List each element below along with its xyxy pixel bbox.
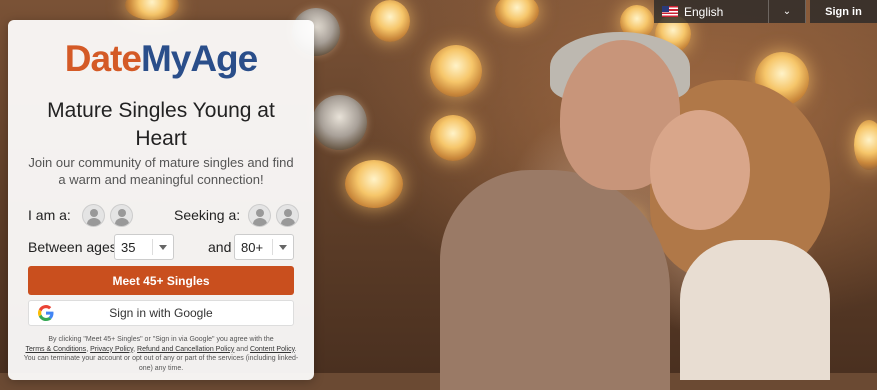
language-selector[interactable]: English [654, 0, 769, 23]
min-age-select[interactable]: 35 [114, 234, 174, 260]
google-g-icon [38, 305, 54, 321]
top-bar: English ⌄ Sign in [654, 0, 877, 23]
and-label: and [208, 239, 232, 255]
max-age-select[interactable]: 80+ [234, 234, 294, 260]
chevron-down-icon: ⌄ [782, 6, 792, 17]
terms-link[interactable]: Terms & Conditions [25, 346, 86, 353]
subheadline: Join our community of mature singles and… [28, 155, 294, 187]
gender-row: I am a: Seeking a: [28, 204, 304, 228]
seeking-label: Seeking a: [174, 207, 241, 223]
signin-button[interactable]: Sign in [810, 0, 877, 23]
couple-photo [420, 32, 860, 390]
female-avatar-icon[interactable] [110, 204, 133, 227]
us-flag-icon [662, 6, 678, 17]
language-label: English [684, 4, 724, 19]
google-signin-button[interactable]: Sign in with Google [28, 300, 294, 326]
privacy-link[interactable]: Privacy Policy [90, 346, 133, 353]
age-row: Between ages: 35 and 80+ [28, 234, 304, 260]
refund-link[interactable]: Refund and Cancellation Policy [137, 346, 234, 353]
between-ages-label: Between ages: [28, 239, 121, 255]
male-avatar-icon[interactable] [82, 204, 105, 227]
male-avatar-icon[interactable] [248, 204, 271, 227]
signup-card: DateMyAge Mature Singles Young at Heart … [8, 20, 314, 380]
logo[interactable]: DateMyAge [8, 38, 314, 80]
legal-text: By clicking "Meet 45+ Singles" or "Sign … [23, 336, 299, 372]
i-am-label: I am a: [28, 207, 71, 223]
language-dropdown-button[interactable]: ⌄ [769, 0, 806, 23]
meet-singles-button[interactable]: Meet 45+ Singles [28, 266, 294, 295]
chevron-down-icon [279, 245, 287, 250]
google-signin-label: Sign in with Google [109, 306, 213, 320]
page-title: Mature Singles Young at Heart [47, 99, 275, 150]
female-avatar-icon[interactable] [276, 204, 299, 227]
chevron-down-icon [159, 245, 167, 250]
content-policy-link[interactable]: Content Policy [250, 346, 295, 353]
